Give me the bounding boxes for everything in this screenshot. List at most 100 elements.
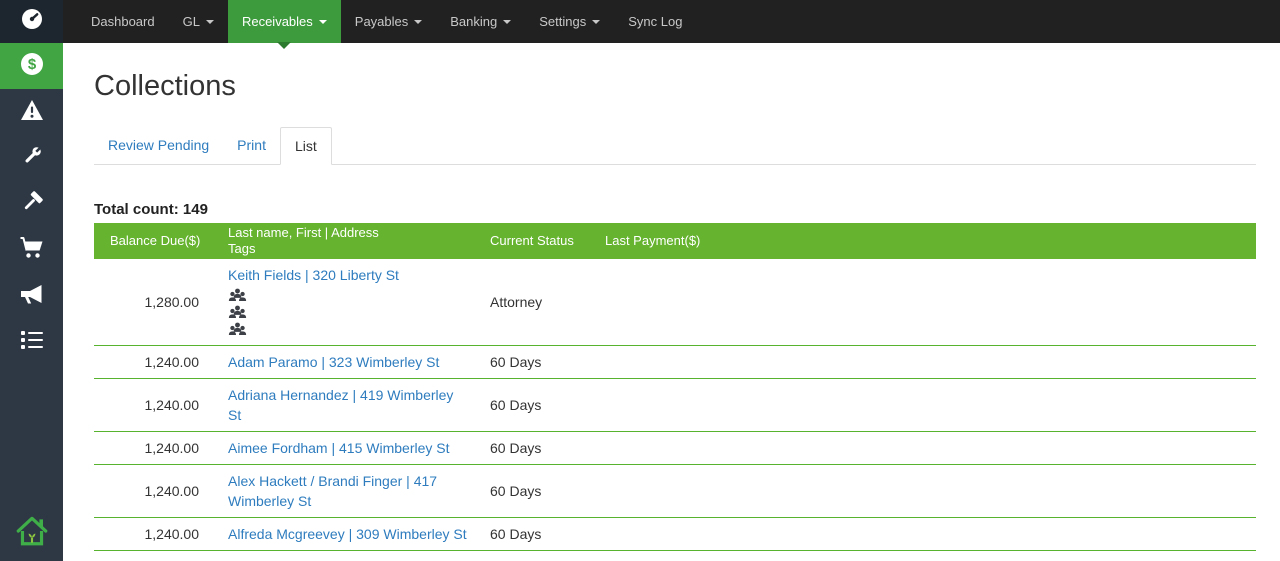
name-cell: Alvin Wright | 420 Wimberley St: [213, 551, 480, 561]
status-cell: 60 Days: [480, 465, 595, 518]
name-cell: Adam Paramo | 323 Wimberley St: [213, 346, 480, 379]
status-cell: Attorney: [480, 259, 595, 346]
table-row: 1,240.00 Alfreda Mcgreevey | 309 Wimberl…: [94, 518, 1256, 551]
name-cell: Alex Hackett / Brandi Finger | 417 Wimbe…: [213, 465, 480, 518]
balance-cell: 1,240.00: [94, 465, 213, 518]
chevron-down-icon: [503, 20, 511, 24]
group-icon[interactable]: [228, 322, 247, 337]
header-name-line1: Last name, First | Address: [228, 225, 470, 241]
page-title: Collections: [94, 70, 1256, 103]
nav-item-banking[interactable]: Banking: [436, 0, 525, 43]
tenant-link[interactable]: Keith Fields | 320 Liberty St: [228, 267, 399, 283]
svg-text:$: $: [27, 56, 36, 73]
table-header-row: Balance Due($) Last name, First | Addres…: [94, 223, 1256, 259]
nav-label: Settings: [539, 14, 586, 29]
collections-table-body: 1,280.00 Keith Fields | 320 Liberty St A…: [94, 259, 1256, 561]
name-cell: Alfreda Mcgreevey | 309 Wimberley St: [213, 518, 480, 551]
header-filler: [730, 223, 1256, 259]
payment-cell: [595, 551, 730, 561]
sidebar-item-money[interactable]: $: [0, 43, 63, 89]
sidebar: $: [0, 0, 63, 561]
header-name: Last name, First | Address Tags: [213, 223, 480, 259]
dollar-icon: $: [19, 51, 45, 82]
hammer-icon: [20, 190, 44, 219]
nav-item-payables[interactable]: Payables: [341, 0, 436, 43]
cart-icon: [19, 236, 45, 265]
tab-print[interactable]: Print: [223, 127, 280, 164]
tab-list[interactable]: List: [280, 127, 332, 165]
megaphone-icon: [19, 282, 45, 311]
sidebar-item-tools[interactable]: [0, 181, 63, 227]
name-cell: Keith Fields | 320 Liberty St: [213, 259, 480, 346]
tenant-link[interactable]: Alex Hackett / Brandi Finger | 417 Wimbe…: [228, 473, 437, 509]
status-cell: 60 Days: [480, 346, 595, 379]
house-logo-icon: [14, 512, 50, 553]
table-row: 1,240.00 Adriana Hernandez | 419 Wimberl…: [94, 379, 1256, 432]
collections-table: Balance Due($) Last name, First | Addres…: [94, 223, 1256, 561]
payment-cell: [595, 432, 730, 465]
nav-item-gl[interactable]: GL: [169, 0, 228, 43]
group-icon[interactable]: [228, 288, 247, 303]
sidebar-item-purchasing[interactable]: [0, 227, 63, 273]
header-name-line2: Tags: [228, 241, 470, 257]
home-logo[interactable]: [0, 503, 63, 561]
tenant-link[interactable]: Aimee Fordham | 415 Wimberley St: [228, 440, 450, 456]
tasks-icon: [20, 329, 44, 356]
sidebar-item-alerts[interactable]: [0, 89, 63, 135]
filler-cell: [730, 518, 1256, 551]
filler-cell: [730, 465, 1256, 518]
table-row: 1,240.00 Alvin Wright | 420 Wimberley St…: [94, 551, 1256, 561]
payment-cell: [595, 465, 730, 518]
header-status: Current Status: [480, 223, 595, 259]
nav-item-dashboard[interactable]: Dashboard: [77, 0, 169, 43]
sidebar-item-dashboard[interactable]: [0, 0, 63, 43]
warning-icon: [20, 99, 44, 126]
chevron-down-icon: [206, 20, 214, 24]
tenant-link[interactable]: Adriana Hernandez | 419 Wimberley St: [228, 387, 453, 423]
tenant-link[interactable]: Adam Paramo | 323 Wimberley St: [228, 354, 439, 370]
table-row: 1,240.00 Adam Paramo | 323 Wimberley St …: [94, 346, 1256, 379]
tenant-link[interactable]: Alfreda Mcgreevey | 309 Wimberley St: [228, 526, 467, 542]
table-row: 1,280.00 Keith Fields | 320 Liberty St A…: [94, 259, 1256, 346]
filler-cell: [730, 551, 1256, 561]
total-count: Total count: 149: [94, 201, 1256, 218]
balance-cell: 1,240.00: [94, 518, 213, 551]
payment-cell: [595, 518, 730, 551]
filler-cell: [730, 379, 1256, 432]
sidebar-item-maintenance[interactable]: [0, 135, 63, 181]
nav-item-receivables[interactable]: Receivables: [228, 0, 341, 43]
balance-cell: 1,240.00: [94, 346, 213, 379]
sidebar-nav: $: [0, 43, 63, 365]
status-cell: 60 Days: [480, 551, 595, 561]
chevron-down-icon: [592, 20, 600, 24]
sidebar-spacer: [0, 365, 63, 503]
nav-item-settings[interactable]: Settings: [525, 0, 614, 43]
app-window: $: [0, 0, 1280, 561]
nav-label: Sync Log: [628, 14, 682, 29]
payment-cell: [595, 379, 730, 432]
nav-label: Banking: [450, 14, 497, 29]
nav-label: Dashboard: [91, 14, 155, 29]
sidebar-item-tasks[interactable]: [0, 319, 63, 365]
filler-cell: [730, 432, 1256, 465]
tags: [228, 288, 470, 337]
status-cell: 60 Days: [480, 518, 595, 551]
nav-label: Receivables: [242, 14, 313, 29]
top-nav: Dashboard GL Receivables Payables Bankin…: [63, 0, 1280, 43]
nav-item-sync-log[interactable]: Sync Log: [614, 0, 696, 43]
filler-cell: [730, 346, 1256, 379]
status-cell: 60 Days: [480, 379, 595, 432]
group-icon[interactable]: [228, 305, 247, 320]
total-count-value: 149: [183, 201, 208, 218]
collections-tabs: Review Pending Print List: [94, 127, 1256, 165]
table-row: 1,240.00 Alex Hackett / Brandi Finger | …: [94, 465, 1256, 518]
header-last-payment: Last Payment($): [595, 223, 730, 259]
total-count-label: Total count:: [94, 201, 179, 218]
balance-cell: 1,240.00: [94, 551, 213, 561]
sidebar-item-announcements[interactable]: [0, 273, 63, 319]
tab-review-pending[interactable]: Review Pending: [94, 127, 223, 164]
header-balance: Balance Due($): [94, 223, 213, 259]
balance-cell: 1,240.00: [94, 379, 213, 432]
table-row: 1,240.00 Aimee Fordham | 415 Wimberley S…: [94, 432, 1256, 465]
balance-cell: 1,240.00: [94, 432, 213, 465]
